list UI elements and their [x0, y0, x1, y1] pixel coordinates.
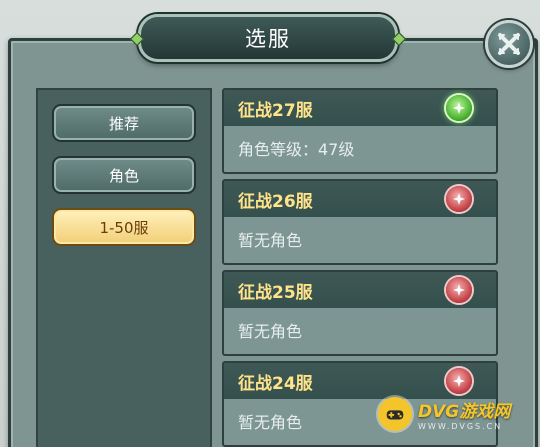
- close-icon: [498, 33, 520, 55]
- server-name: 征战26服: [238, 192, 313, 212]
- watermark-url: WWW.DVGS.CN: [418, 422, 503, 431]
- category-label: 角色: [108, 166, 139, 185]
- server-status-busy-icon: [446, 186, 472, 212]
- category-range-button[interactable]: 1-50服: [52, 208, 196, 246]
- category-label: 推荐: [108, 114, 139, 133]
- category-panel: 推荐 角色 1-50服: [36, 88, 212, 447]
- close-button[interactable]: [485, 20, 533, 68]
- dialog-title-plate: 选服: [129, 14, 407, 62]
- server-role-info: 角色等级：47级: [238, 140, 355, 159]
- server-card[interactable]: 征战25服 暂无角色: [222, 270, 498, 356]
- server-status-busy-icon: [446, 368, 472, 394]
- dialog-title: 选服: [245, 27, 291, 51]
- server-role-info: 暂无角色: [238, 231, 303, 250]
- server-status-online-icon: [446, 95, 472, 121]
- game-screen: 选服 推荐 角色 1-50服 征战27服 角色等级：47级 征战26服 暂无角色…: [0, 0, 540, 447]
- watermark-title: DVG游戏网: [418, 402, 511, 422]
- server-role-info: 暂无角色: [238, 322, 303, 341]
- server-name: 征战25服: [238, 283, 313, 303]
- category-character-button[interactable]: 角色: [52, 156, 196, 194]
- server-name: 征战24服: [238, 374, 313, 394]
- server-name: 征战27服: [238, 101, 313, 121]
- server-status-busy-icon: [446, 277, 472, 303]
- site-watermark: DVG游戏网 WWW.DVGS.CN: [378, 392, 538, 436]
- server-card[interactable]: 征战26服 暂无角色: [222, 179, 498, 265]
- category-label: 1-50服: [99, 218, 149, 237]
- gamepad-logo-icon: [378, 397, 412, 431]
- server-role-info: 暂无角色: [238, 413, 303, 432]
- category-recommended-button[interactable]: 推荐: [52, 104, 196, 142]
- server-card[interactable]: 征战27服 角色等级：47级: [222, 88, 498, 174]
